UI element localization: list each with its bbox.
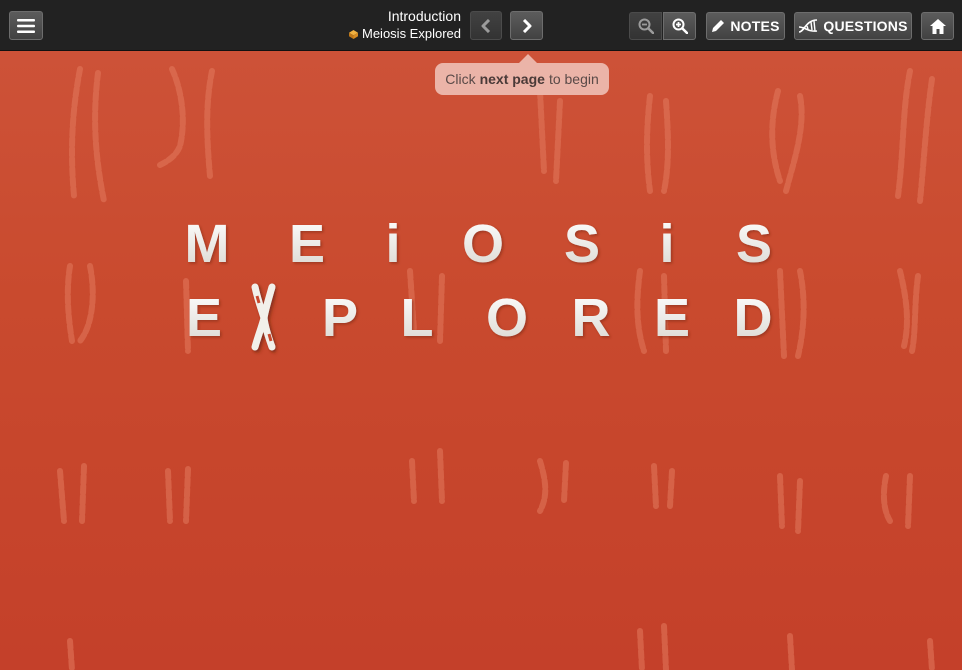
- title-letter: i: [659, 214, 674, 274]
- next-page-tooltip: Click next page to begin: [435, 54, 609, 95]
- home-button[interactable]: [921, 12, 954, 40]
- title-letter: M: [185, 214, 230, 274]
- zoom-out-button[interactable]: [629, 12, 662, 40]
- tooltip-prefix: Click: [445, 71, 476, 87]
- zoom-out-icon: [638, 18, 654, 34]
- questions-button[interactable]: QUESTIONS: [794, 12, 912, 40]
- next-page-button[interactable]: [510, 11, 543, 40]
- title-letter: i: [385, 214, 400, 274]
- title-letter: L: [401, 288, 434, 348]
- module-icon: [349, 29, 358, 39]
- title-letter: E: [654, 288, 690, 348]
- top-toolbar: Introduction Meiosis Explored NOTES QUES…: [0, 0, 962, 51]
- zoom-in-icon: [672, 18, 688, 34]
- page-title-block: Introduction Meiosis Explored: [349, 8, 461, 43]
- home-icon: [929, 18, 946, 34]
- module-title: Meiosis Explored: [362, 26, 461, 41]
- lesson-content: M E i O S i S E X P L O R E D: [0, 51, 962, 670]
- title-graphic: M E i O S i S E X P L O R E D: [185, 214, 773, 351]
- title-letter: E: [186, 288, 222, 348]
- title-letter: P: [322, 288, 358, 348]
- title-letter: E: [289, 214, 325, 274]
- title-letter: O: [486, 288, 528, 348]
- tooltip-suffix: to begin: [548, 71, 599, 87]
- title-letter-x-hidden: X: [246, 288, 282, 348]
- tooltip-bold: next page: [479, 71, 545, 87]
- zoom-in-button[interactable]: [663, 12, 696, 40]
- title-letter: S: [736, 214, 772, 274]
- title-letter: R: [572, 288, 611, 348]
- dna-icon: [799, 19, 818, 33]
- chevron-right-icon: [522, 18, 531, 33]
- section-title: Introduction: [387, 8, 461, 24]
- title-letter: S: [564, 214, 600, 274]
- pencil-icon: [712, 20, 725, 32]
- menu-button[interactable]: [9, 11, 43, 40]
- hamburger-menu-icon: [17, 18, 35, 33]
- chevron-left-icon: [481, 18, 491, 33]
- questions-label: QUESTIONS: [823, 18, 908, 34]
- notes-label: NOTES: [730, 18, 780, 34]
- title-letter: D: [734, 288, 773, 348]
- previous-page-button[interactable]: [470, 11, 502, 40]
- notes-button[interactable]: NOTES: [706, 12, 785, 40]
- module-line: Meiosis Explored: [349, 25, 461, 43]
- title-letter: O: [462, 214, 504, 274]
